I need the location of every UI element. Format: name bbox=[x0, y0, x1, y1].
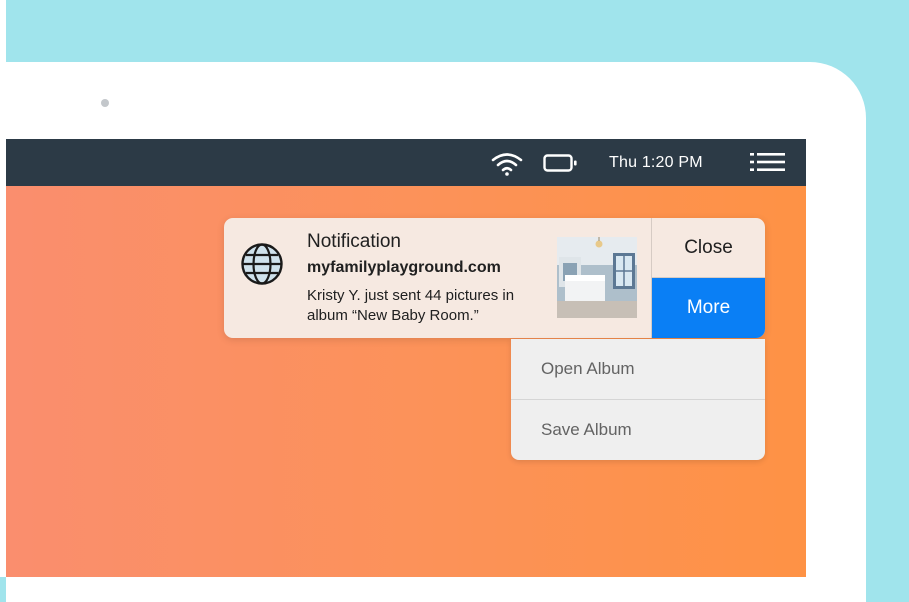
globe-icon bbox=[241, 243, 283, 285]
notification-banner[interactable]: Notification myfamilyplayground.com Kris… bbox=[224, 218, 765, 338]
album-thumbnail bbox=[557, 237, 637, 318]
notification-body: Kristy Y. just sent 44 pictures in album… bbox=[307, 287, 515, 324]
more-dropdown-menu: Open Album Save Album bbox=[511, 339, 765, 460]
close-button[interactable]: Close bbox=[652, 218, 765, 278]
menu-item-save-album[interactable]: Save Album bbox=[511, 399, 765, 459]
more-button[interactable]: More bbox=[652, 278, 765, 338]
notification-source: myfamilyplayground.com bbox=[307, 259, 501, 276]
menu-item-open-album[interactable]: Open Album bbox=[511, 339, 765, 399]
camera-dot bbox=[101, 99, 109, 107]
menu-list-icon[interactable] bbox=[750, 152, 786, 172]
menu-bar: Thu 1:20 PM bbox=[6, 139, 806, 186]
menu-bar-clock: Thu 1:20 PM bbox=[609, 154, 703, 171]
screen: Thu 1:20 PM Notification myfamilyplaygro… bbox=[6, 139, 806, 577]
wifi-icon[interactable] bbox=[490, 151, 524, 177]
notification-title: Notification bbox=[307, 231, 401, 252]
battery-icon[interactable] bbox=[543, 154, 579, 172]
